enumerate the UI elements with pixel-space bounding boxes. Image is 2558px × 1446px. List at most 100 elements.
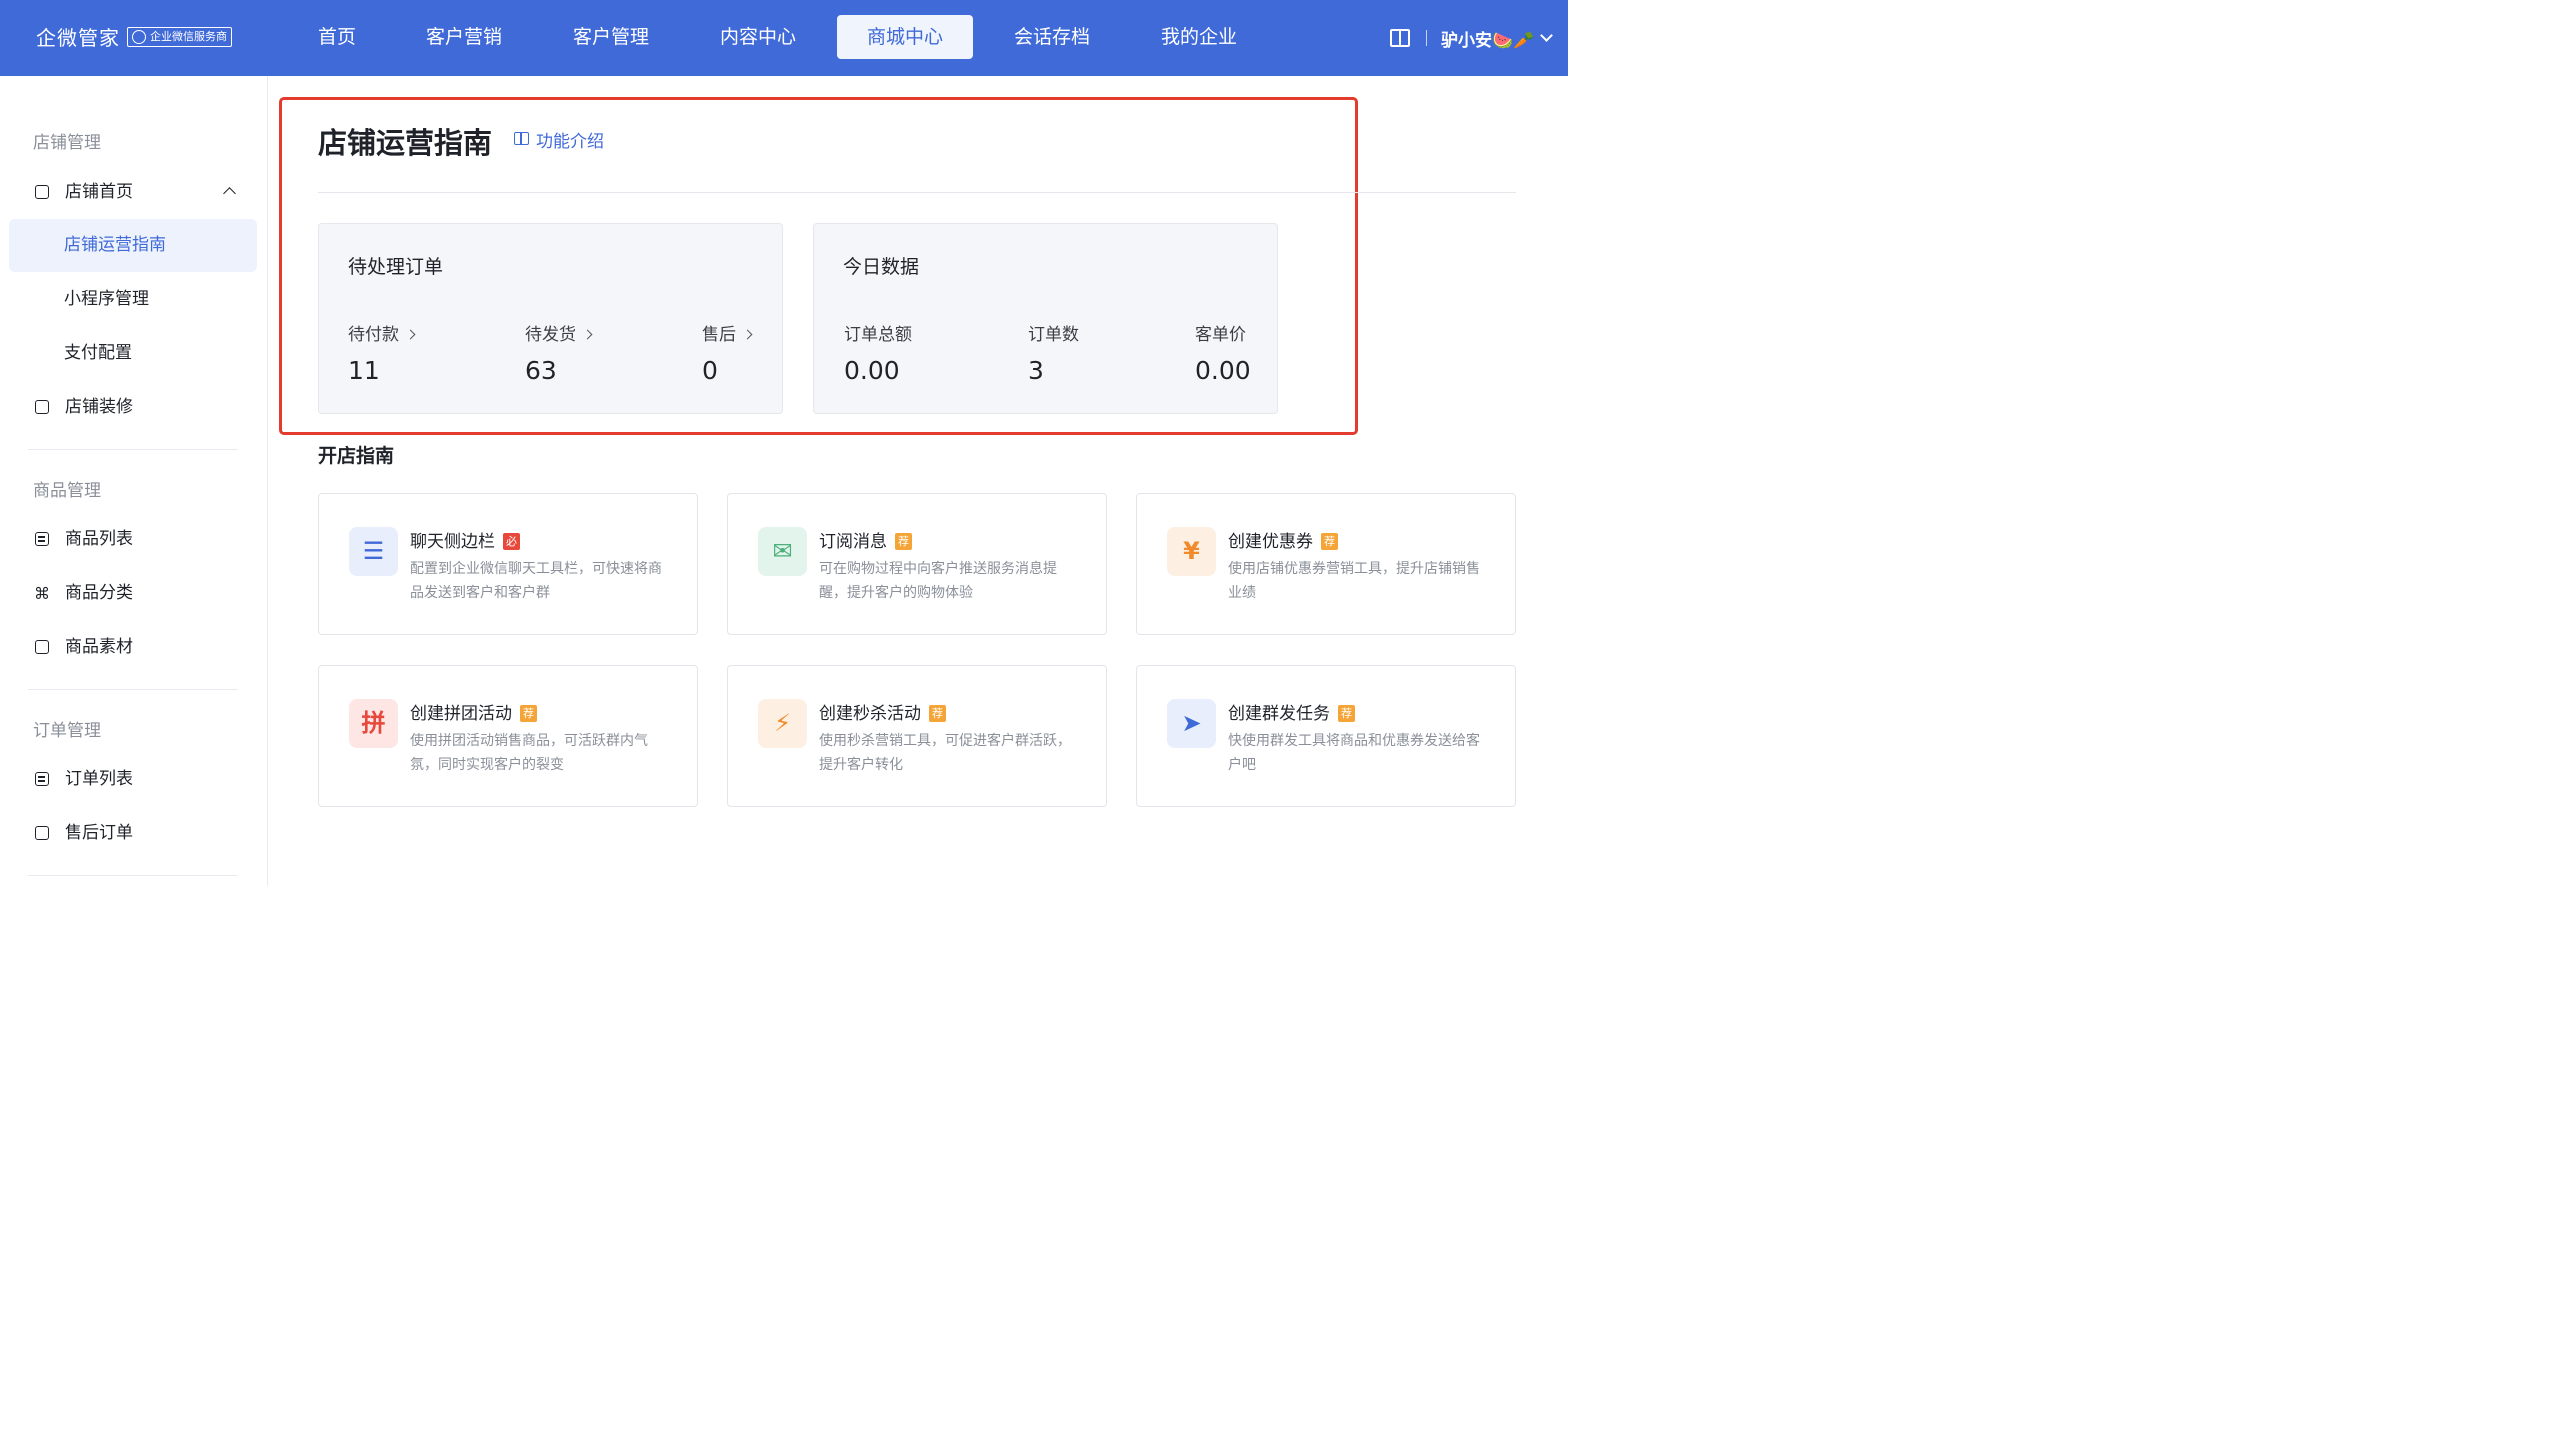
service-provider-badge: 企业微信服务商 (127, 27, 232, 47)
list-icon (35, 532, 49, 546)
guide-title: 订阅消息荐 (819, 527, 912, 552)
sidebar-item-store-home[interactable]: 店铺首页 (9, 166, 257, 219)
guide-card-4[interactable]: 拼创建拼团活动荐使用拼团活动销售商品，可活跃群内气氛，同时实现客户的裂变 (318, 665, 698, 807)
sidebar-item-label: 商品分类 (65, 583, 133, 603)
send-icon: ➤ (1167, 699, 1216, 748)
guide-title: 创建拼团活动荐 (410, 699, 537, 724)
guide-tag-badge: 必 (503, 533, 520, 550)
page-title: 店铺运营指南 (318, 126, 493, 160)
sidebar-divider (28, 449, 238, 450)
sidebar-divider (28, 689, 238, 690)
nav-chat-archive[interactable]: 会话存档 (984, 15, 1120, 59)
chevron-right-icon (742, 329, 753, 340)
chevron-right-icon (582, 329, 593, 340)
sidebar-item-label: 商品素材 (65, 637, 133, 657)
stat-after-sales-value: 0 (702, 356, 718, 385)
nav-customer-marketing[interactable]: 客户营销 (396, 15, 532, 59)
flash-sale-icon: ⚡ (758, 699, 807, 748)
guide-tag-badge: 荐 (1321, 533, 1338, 550)
guide-tag-badge: 荐 (895, 533, 912, 550)
chevron-right-icon (405, 329, 416, 340)
chevron-down-icon[interactable] (1540, 29, 1554, 42)
feature-intro-label: 功能介绍 (536, 132, 604, 152)
guide-tag-badge: 荐 (520, 705, 537, 722)
divider (1426, 30, 1427, 46)
sidebar-item-miniprogram[interactable]: 小程序管理 (9, 273, 257, 326)
sidebar-item-product-category[interactable]: 商品分类 (9, 567, 257, 620)
material-icon (35, 640, 49, 654)
sidebar-icon: ☰ (349, 527, 398, 576)
stat-order-count-value: 3 (1028, 356, 1044, 385)
guide-description: 可在购物过程中向客户推送服务消息提醒，提升客户的购物体验 (819, 561, 1057, 601)
guide-title: 聊天侧边栏必 (410, 527, 520, 552)
guide-tag-badge: 荐 (929, 705, 946, 722)
book-icon (514, 132, 529, 145)
sidebar-divider (28, 875, 238, 876)
sidebar-item-store-decoration[interactable]: 店铺装修 (9, 381, 257, 434)
sidebar-item-product-material[interactable]: 商品素材 (9, 621, 257, 674)
store-icon (35, 185, 49, 199)
help-book-icon[interactable] (1390, 29, 1410, 47)
card-title: 今日数据 (843, 256, 920, 278)
guide-card-5[interactable]: ⚡ 创建秒杀活动荐使用秒杀营销工具，可促进客户群活跃，提升客户转化 (727, 665, 1107, 807)
nav-customer-management[interactable]: 客户管理 (543, 15, 679, 59)
guide-title: 创建优惠券荐 (1228, 527, 1338, 552)
stat-avg-price-label: 客单价 (1195, 325, 1246, 345)
pending-orders-card: 待处理订单 待付款 11 待发货 63 售后 0 (318, 223, 783, 414)
sidebar-item-label: 售后订单 (65, 823, 133, 843)
stat-unpaid-value: 11 (348, 356, 380, 385)
nav-content-center[interactable]: 内容中心 (690, 15, 826, 59)
sidebar-item-order-list[interactable]: 订单列表 (9, 753, 257, 806)
stat-total-amount-value: 0.00 (844, 356, 900, 385)
sidebar-item-operation-guide[interactable]: 店铺运营指南 (9, 219, 257, 272)
sidebar: 店铺管理 店铺首页 店铺运营指南 小程序管理 支付配置 店铺装修 商品管理 商品… (0, 76, 268, 886)
chevron-up-icon[interactable] (223, 187, 236, 200)
category-icon (34, 567, 50, 620)
stat-to-ship-link[interactable]: 待发货 (525, 320, 593, 345)
nav-home[interactable]: 首页 (288, 15, 386, 59)
guide-card-3[interactable]: ¥ 创建优惠券荐使用店铺优惠券营销工具，提升店铺销售业绩 (1136, 493, 1516, 635)
subscribe-icon: ✉ (758, 527, 807, 576)
sidebar-item-label: 订单列表 (65, 769, 133, 789)
badge-label: 企业微信服务商 (150, 30, 227, 43)
stat-after-sales-link[interactable]: 售后 (702, 320, 753, 345)
title-divider (318, 192, 1516, 193)
username[interactable]: 驴小安🍉🥕 (1441, 26, 1534, 51)
top-navigation-bar: 企微管家 企业微信服务商 首页 客户营销 客户管理 内容中心 商城中心 会话存档… (0, 0, 1568, 76)
wecom-icon (132, 30, 146, 44)
section-title-products: 商品管理 (33, 481, 101, 501)
sidebar-item-label: 小程序管理 (64, 289, 149, 309)
guide-card-2[interactable]: ✉ 订阅消息荐可在购物过程中向客户推送服务消息提醒，提升客户的购物体验 (727, 493, 1107, 635)
section-title-opening-guide: 开店指南 (318, 445, 395, 467)
section-title-store: 店铺管理 (33, 133, 101, 153)
guide-card-6[interactable]: ➤ 创建群发任务荐快使用群发工具将商品和优惠券发送给客户吧 (1136, 665, 1516, 807)
guide-tag-badge: 荐 (1338, 705, 1355, 722)
guide-description: 配置到企业微信聊天工具栏，可快速将商品发送到客户和客户群 (410, 561, 662, 601)
feature-intro-link[interactable]: 功能介绍 (514, 127, 604, 152)
guide-description: 快使用群发工具将商品和优惠券发送给客户吧 (1228, 733, 1480, 773)
guide-description: 使用拼团活动销售商品，可活跃群内气氛，同时实现客户的裂变 (410, 733, 648, 773)
nav-my-enterprise[interactable]: 我的企业 (1131, 15, 1267, 59)
sidebar-item-label: 店铺首页 (65, 182, 133, 202)
sidebar-item-payment-config[interactable]: 支付配置 (9, 327, 257, 380)
group-buy-icon: 拼 (349, 699, 398, 748)
coupon-icon: ¥ (1167, 527, 1216, 576)
nav-mall-center[interactable]: 商城中心 (837, 15, 974, 59)
decoration-icon (35, 400, 49, 414)
clipboard-icon (35, 772, 49, 786)
today-data-card: 今日数据 订单总额 0.00 订单数 3 客单价 0.00 (813, 223, 1278, 414)
guide-description: 使用店铺优惠券营销工具，提升店铺销售业绩 (1228, 561, 1480, 601)
return-icon (35, 826, 49, 840)
user-area: 驴小安🍉🥕 (1390, 24, 1554, 52)
guide-card-1[interactable]: ☰ 聊天侧边栏必配置到企业微信聊天工具栏，可快速将商品发送到客户和客户群 (318, 493, 698, 635)
section-title-orders: 订单管理 (33, 721, 101, 741)
stat-total-amount-label: 订单总额 (844, 325, 912, 345)
sidebar-item-product-list[interactable]: 商品列表 (9, 513, 257, 566)
stat-unpaid-link[interactable]: 待付款 (348, 320, 416, 345)
brand-name[interactable]: 企微管家 (36, 22, 120, 51)
guide-title: 创建群发任务荐 (1228, 699, 1355, 724)
sidebar-item-label: 商品列表 (65, 529, 133, 549)
sidebar-item-label: 店铺运营指南 (64, 235, 166, 255)
sidebar-item-after-sales[interactable]: 售后订单 (9, 807, 257, 860)
guide-description: 使用秒杀营销工具，可促进客户群活跃，提升客户转化 (819, 733, 1071, 773)
